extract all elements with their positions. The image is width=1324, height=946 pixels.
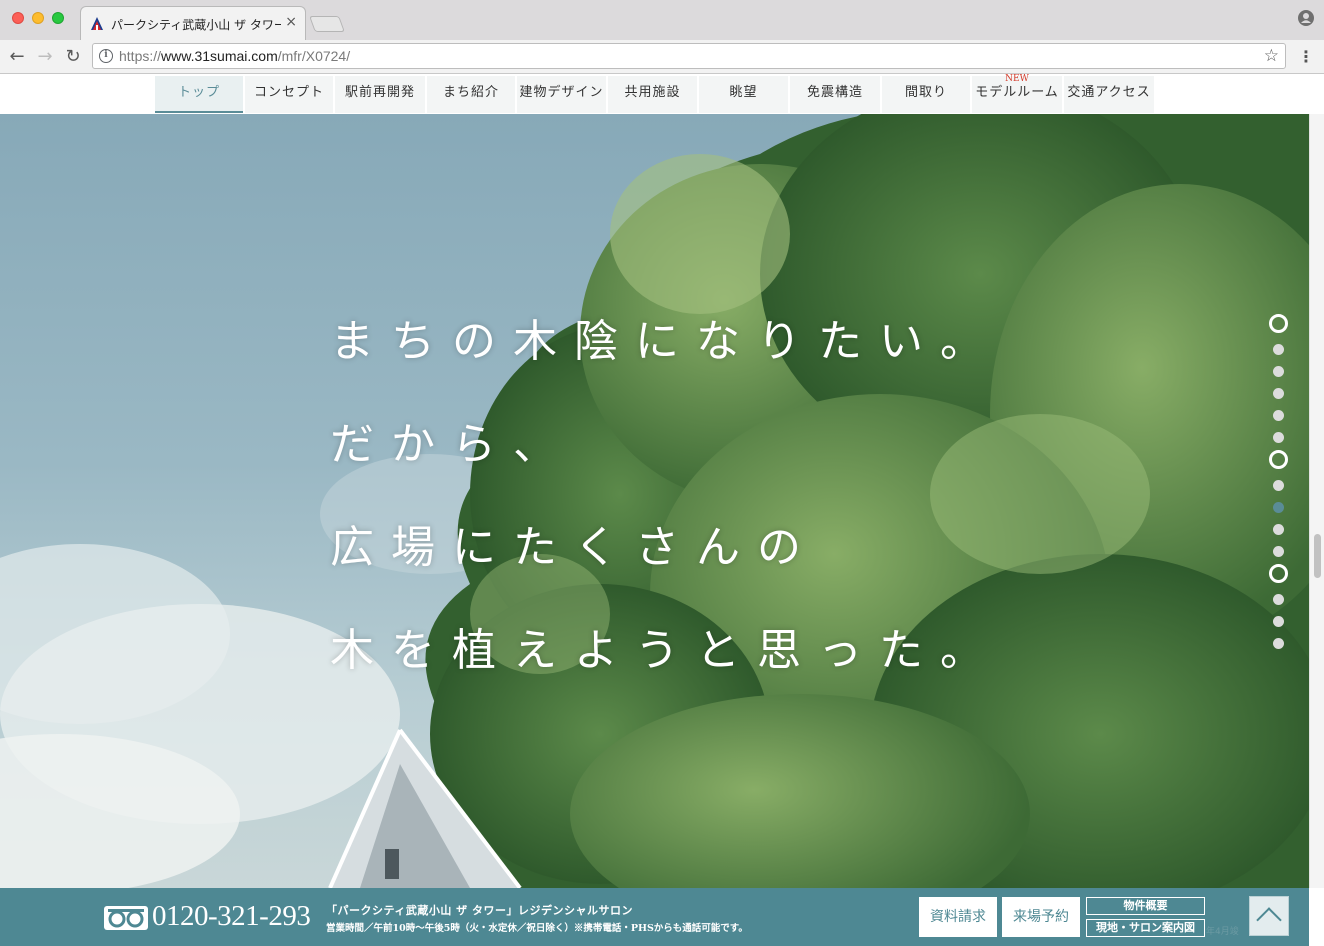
slide-dot[interactable] bbox=[1273, 524, 1284, 535]
url-text[interactable]: https://www.31sumai.com/mfr/X0724/ bbox=[119, 48, 350, 64]
salon-name: 「パークシティ武蔵小山 ザ タワー」レジデンシャルサロン bbox=[326, 904, 633, 917]
nav-item-redevelopment[interactable]: 駅前再開発 bbox=[335, 76, 425, 113]
scrollbar-thumb[interactable] bbox=[1314, 534, 1321, 578]
new-badge: NEW bbox=[1005, 74, 1029, 84]
new-tab-button[interactable] bbox=[309, 16, 345, 32]
hero-copy-line: 広場にたくさんの bbox=[330, 522, 818, 573]
phone-number[interactable]: 0120-321-293 bbox=[152, 900, 311, 933]
back-icon[interactable]: ← bbox=[6, 46, 28, 68]
window-minimize-button[interactable] bbox=[32, 12, 44, 24]
tab-close-icon[interactable]: × bbox=[285, 14, 297, 30]
hero-copy-line: まちの木陰になりたい。 bbox=[330, 316, 1001, 367]
slide-dot[interactable] bbox=[1273, 388, 1284, 399]
browser-tab-bar: パークシティ武蔵小山 ザ タワー × bbox=[0, 0, 1324, 40]
slide-dot[interactable] bbox=[1273, 616, 1284, 627]
freedial-icon bbox=[104, 906, 148, 930]
address-bar[interactable]: i https://www.31sumai.com/mfr/X0724/ ☆ bbox=[92, 43, 1286, 69]
slide-dot[interactable] bbox=[1269, 314, 1288, 333]
site-nav: トップ コンセプト 駅前再開発 まち紹介 建物デザイン 共用施設 眺望 免震構造… bbox=[0, 74, 1324, 114]
slide-dot[interactable] bbox=[1273, 410, 1284, 421]
chevron-up-icon bbox=[1256, 907, 1282, 933]
slide-dot[interactable] bbox=[1273, 546, 1284, 557]
nav-item-view[interactable]: 眺望 bbox=[699, 76, 788, 113]
page-top-button[interactable] bbox=[1249, 896, 1289, 936]
hero-copy-line: 木を植えようと思った。 bbox=[330, 625, 1001, 676]
hero-copy: まちの木陰になりたい。 だから、 広場にたくさんの 木を植えようと思った。 bbox=[330, 290, 1001, 702]
slide-dot[interactable] bbox=[1273, 594, 1284, 605]
menu-icon[interactable]: ⋮ bbox=[1298, 47, 1314, 66]
site-map-button[interactable]: 現地・サロン案内図 bbox=[1086, 919, 1205, 937]
tab-title: パークシティ武蔵小山 ザ タワー bbox=[111, 18, 281, 32]
nav-item-seismic[interactable]: 免震構造 bbox=[790, 76, 880, 113]
site-favicon-icon bbox=[91, 17, 103, 30]
reload-icon[interactable]: ↻ bbox=[62, 46, 84, 68]
property-overview-button[interactable]: 物件概要 bbox=[1086, 897, 1205, 915]
window-maximize-button[interactable] bbox=[52, 12, 64, 24]
nav-item-concept[interactable]: コンセプト bbox=[245, 76, 333, 113]
nav-item-modelroom[interactable]: NEW モデルルーム bbox=[972, 74, 1062, 113]
profile-icon[interactable] bbox=[1298, 10, 1314, 26]
hero-image: まちの木陰になりたい。 だから、 広場にたくさんの 木を植えようと思った。 bbox=[0, 114, 1309, 888]
visit-reservation-button[interactable]: 来場予約 bbox=[1002, 897, 1080, 937]
nav-item-access[interactable]: 交通アクセス bbox=[1064, 76, 1154, 113]
nav-item-floorplan[interactable]: 間取り bbox=[882, 76, 970, 113]
business-hours: 営業時間／午前10時～午後5時（火・水定休／祝日除く）※携帯電話・PHSからも通… bbox=[326, 923, 748, 934]
slide-dot[interactable] bbox=[1273, 502, 1284, 513]
nav-item-town[interactable]: まち紹介 bbox=[427, 76, 515, 113]
page-scrollbar[interactable] bbox=[1309, 114, 1324, 888]
slide-dot[interactable] bbox=[1273, 480, 1284, 491]
window-close-button[interactable] bbox=[12, 12, 24, 24]
hero-copy-line: だから、 bbox=[330, 419, 574, 470]
slide-dot[interactable] bbox=[1273, 638, 1284, 649]
star-icon[interactable]: ☆ bbox=[1264, 46, 1279, 66]
info-icon[interactable]: i bbox=[99, 49, 113, 63]
request-materials-button[interactable]: 資料請求 bbox=[919, 897, 997, 937]
slide-dot[interactable] bbox=[1273, 366, 1284, 377]
background-text: 年4月竣 bbox=[1206, 927, 1239, 937]
slide-dot[interactable] bbox=[1273, 432, 1284, 443]
browser-toolbar: ← → ↻ i https://www.31sumai.com/mfr/X072… bbox=[0, 40, 1324, 74]
forward-icon[interactable]: → bbox=[34, 46, 56, 68]
slide-dot[interactable] bbox=[1269, 564, 1288, 583]
slide-dot[interactable] bbox=[1269, 450, 1288, 469]
nav-item-facilities[interactable]: 共用施設 bbox=[608, 76, 697, 113]
nav-item-design[interactable]: 建物デザイン bbox=[517, 76, 606, 113]
footer-bar: 0120-321-293 「パークシティ武蔵小山 ザ タワー」レジデンシャルサロ… bbox=[0, 888, 1309, 946]
nav-item-top[interactable]: トップ bbox=[155, 76, 243, 113]
browser-tab[interactable]: パークシティ武蔵小山 ザ タワー × bbox=[80, 6, 306, 40]
slide-dot[interactable] bbox=[1273, 344, 1284, 355]
